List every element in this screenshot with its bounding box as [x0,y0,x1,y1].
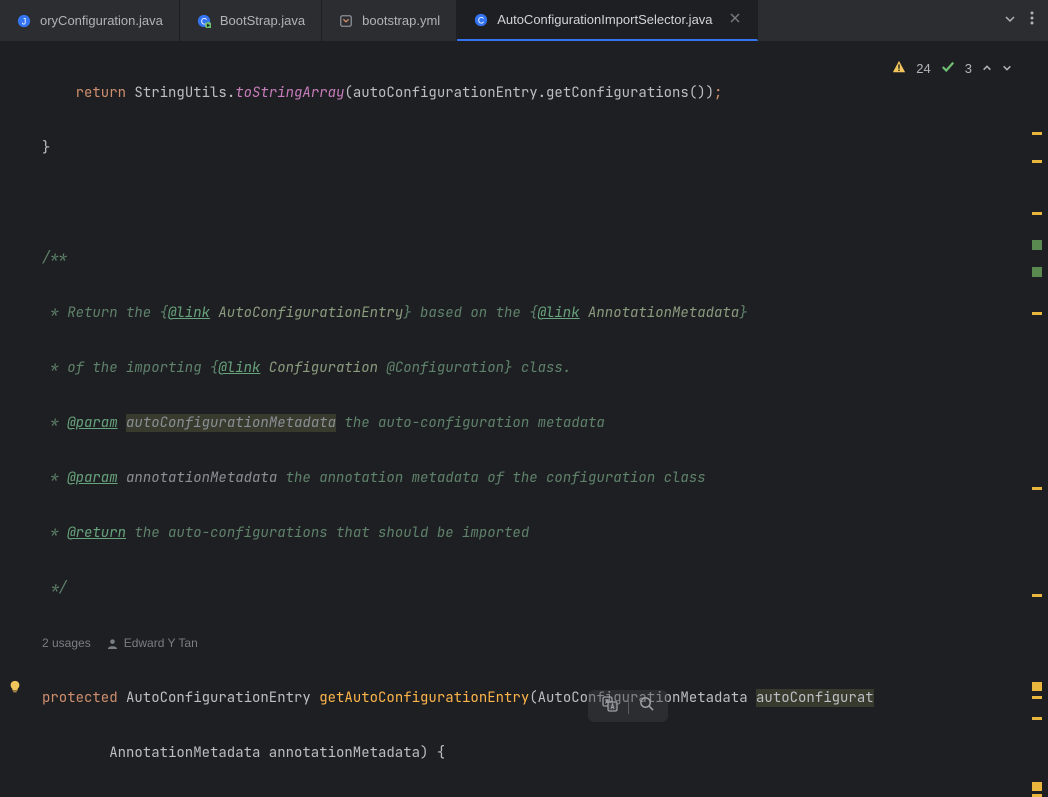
tab-autoconfigurationimportselector[interactable]: C AutoConfigurationImportSelector.java [457,0,757,41]
java-run-icon: C [196,13,212,29]
warning-marker[interactable] [1032,132,1042,135]
more-icon[interactable] [1030,11,1034,30]
warning-marker[interactable] [1032,594,1042,597]
lightbulb-icon[interactable] [8,680,22,699]
marker-strip[interactable] [1032,92,1042,797]
change-marker[interactable] [1032,267,1042,277]
usage-hint[interactable]: 2 usages Edward Y Tan [34,630,1048,658]
warning-marker[interactable] [1032,682,1042,691]
editor-tabs: J oryConfiguration.java C BootStrap.java… [0,0,1048,42]
warning-marker[interactable] [1032,212,1042,215]
tab-label: BootStrap.java [220,13,305,28]
close-icon[interactable] [729,12,741,27]
warning-marker[interactable] [1032,312,1042,315]
usage-count[interactable]: 2 usages [42,630,91,658]
tab-actions [990,0,1048,41]
prev-problem-icon[interactable] [982,61,992,76]
java-class-icon: C [473,12,489,28]
method-name: getAutoConfigurationEntry [319,689,529,707]
divider [628,698,629,714]
gutter [0,42,34,797]
tab-label: AutoConfigurationImportSelector.java [497,12,712,27]
warning-count: 24 [916,61,930,76]
pass-count: 3 [965,61,972,76]
tab-label: oryConfiguration.java [40,13,163,28]
author-hint[interactable]: Edward Y Tan [107,630,198,658]
warning-marker[interactable] [1032,696,1042,699]
keyword-return: return [76,84,126,102]
check-icon [941,60,955,77]
editor[interactable]: return StringUtils.toStringArray(autoCon… [0,42,1048,797]
problems-widget[interactable]: 24 3 [892,60,1012,77]
translate-icon[interactable] [602,696,618,717]
chevron-down-icon[interactable] [1004,12,1016,30]
java-icon: J [16,13,32,29]
tab-oryconfiguration[interactable]: J oryConfiguration.java [0,0,180,41]
yaml-icon [338,13,354,29]
tab-label: bootstrap.yml [362,13,440,28]
tab-bootstrap-java[interactable]: C BootStrap.java [180,0,322,41]
warning-marker[interactable] [1032,717,1042,720]
svg-text:C: C [478,15,484,25]
warning-marker[interactable] [1032,487,1042,490]
next-problem-icon[interactable] [1002,61,1012,76]
change-marker[interactable] [1032,240,1042,250]
search-icon[interactable] [639,696,654,716]
code-area[interactable]: return StringUtils.toStringArray(autoCon… [34,42,1048,797]
svg-text:J: J [22,16,26,26]
warning-marker[interactable] [1032,160,1042,163]
keyword-protected: protected [42,689,118,707]
javadoc: /** [42,249,67,267]
tab-bootstrap-yml[interactable]: bootstrap.yml [322,0,457,41]
floating-toolbar[interactable] [588,690,668,722]
warning-marker[interactable] [1032,782,1042,791]
warning-icon [892,60,906,77]
